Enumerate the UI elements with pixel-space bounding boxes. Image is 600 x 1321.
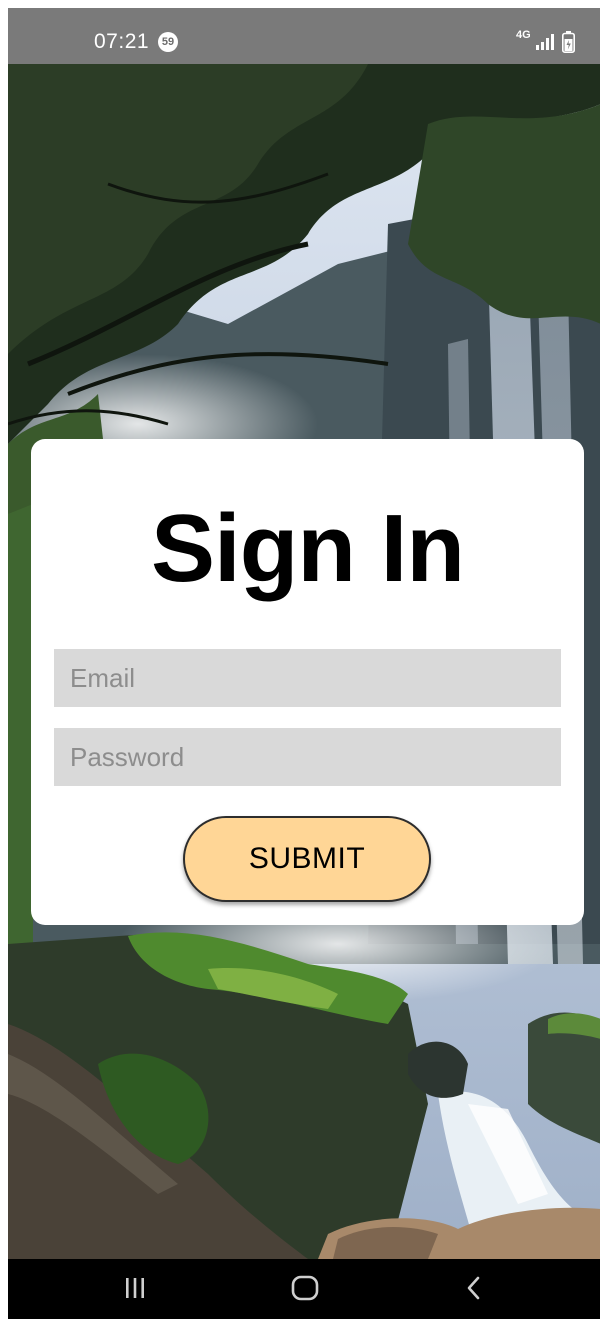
- submit-button[interactable]: SUBMIT: [183, 816, 431, 902]
- home-icon[interactable]: [291, 1275, 319, 1301]
- battery-icon: [562, 31, 575, 53]
- phone-screen: 07:21 59 4G Sign In Email SUBMIT: [8, 8, 600, 1319]
- status-time: 07:21: [94, 30, 150, 53]
- back-icon[interactable]: [463, 1275, 485, 1301]
- notification-count-badge: 59: [158, 32, 178, 52]
- email-field[interactable]: [54, 649, 561, 707]
- signal-icon: [536, 34, 554, 50]
- status-bar: 07:21 59 4G: [8, 8, 600, 64]
- page-title: Sign In: [151, 495, 465, 602]
- recents-icon[interactable]: [122, 1275, 148, 1301]
- network-type-label: 4G: [516, 29, 531, 41]
- password-field[interactable]: [54, 728, 561, 786]
- signin-card: Sign In SUBMIT: [31, 439, 584, 925]
- navigation-bar: [8, 1259, 600, 1319]
